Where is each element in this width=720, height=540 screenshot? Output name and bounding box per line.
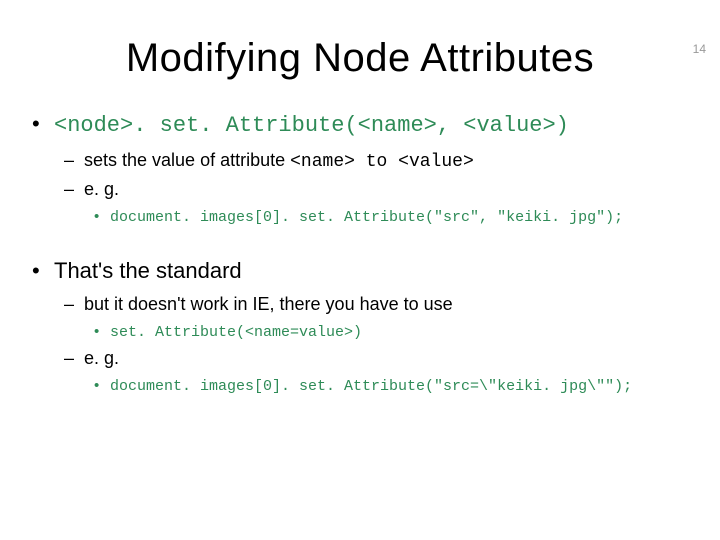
slide-content: <node>. set. Attribute(<name>, <value>) … — [0, 109, 720, 399]
bullet-1-sub-2: e. g. document. images[0]. set. Attribut… — [54, 176, 694, 230]
bullet-2-text: That's the standard — [54, 258, 242, 283]
code-example-1: document. images[0]. set. Attribute("src… — [110, 209, 623, 226]
bullet-1-sub-1: sets the value of attribute <name> to <v… — [54, 147, 694, 176]
slide-title: Modifying Node Attributes — [0, 36, 720, 81]
page-number: 14 — [693, 42, 706, 56]
bullet-1-sub-1-code: <name> to <value> — [290, 152, 474, 172]
bullet-2-sub-1-code: set. Attribute(<name=value>) — [84, 320, 694, 345]
code-example-2: set. Attribute(<name=value>) — [110, 324, 362, 341]
bullet-1-sub-1-text: sets the value of attribute — [84, 150, 290, 170]
bullet-1-sub-2-code: document. images[0]. set. Attribute("src… — [84, 205, 694, 230]
bullet-2: That's the standard but it doesn't work … — [26, 256, 694, 400]
bullet-1-sub-2-text: e. g. — [84, 179, 119, 199]
bullet-2-sub-1: but it doesn't work in IE, there you hav… — [54, 291, 694, 345]
bullet-2-sub-2: e. g. document. images[0]. set. Attribut… — [54, 345, 694, 399]
bullet-2-sub-1-text: but it doesn't work in IE, there you hav… — [84, 294, 453, 314]
bullet-1: <node>. set. Attribute(<name>, <value>) … — [26, 109, 694, 230]
bullet-2-sub-2-text: e. g. — [84, 348, 119, 368]
bullet-2-sub-2-code: document. images[0]. set. Attribute("src… — [84, 374, 694, 399]
code-example-3: document. images[0]. set. Attribute("src… — [110, 378, 632, 395]
bullet-1-code: <node>. set. Attribute(<name>, <value>) — [54, 113, 569, 138]
